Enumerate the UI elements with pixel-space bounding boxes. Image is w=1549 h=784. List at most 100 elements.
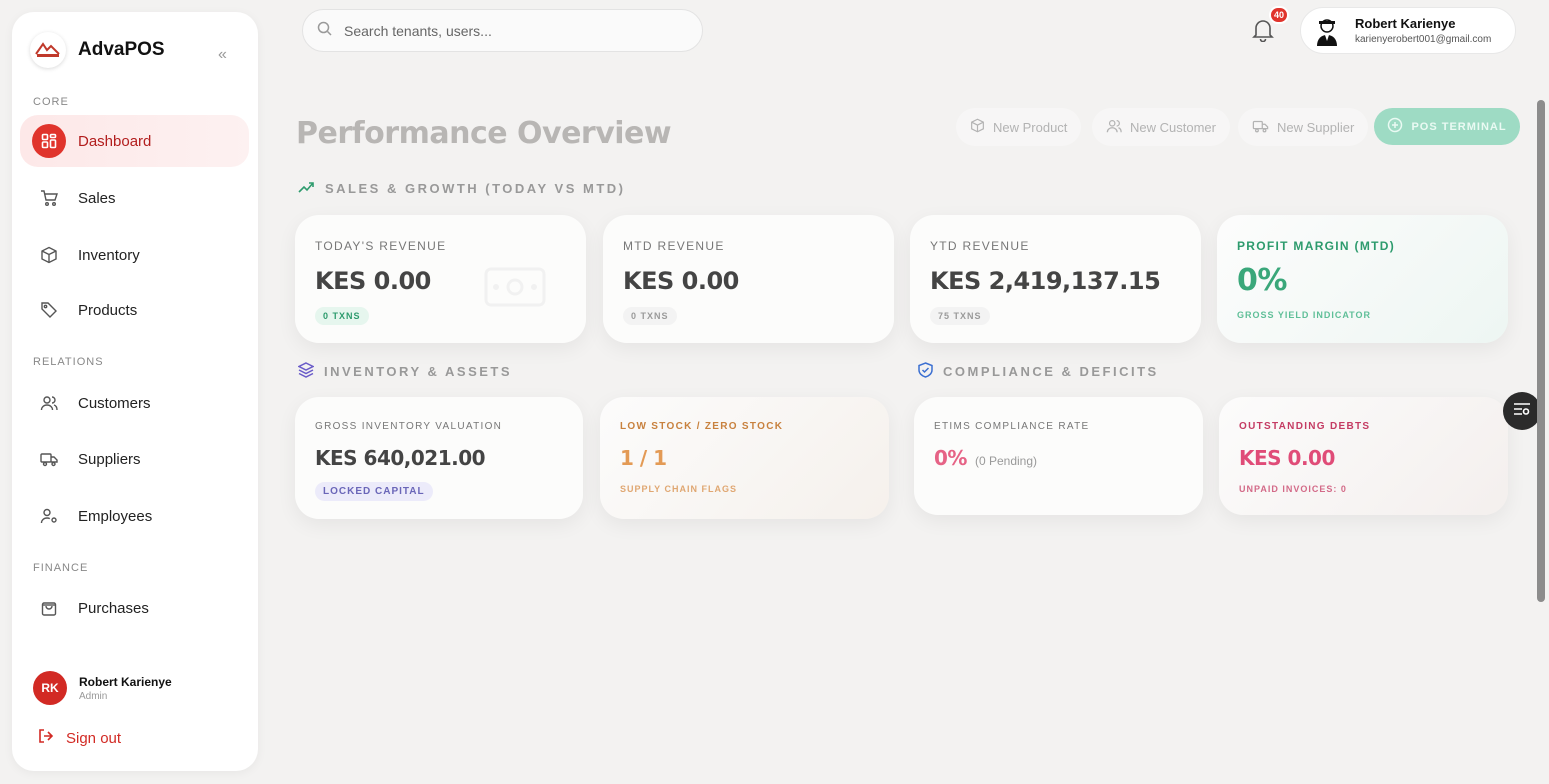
profile-email: karienyerobert001@gmail.com (1355, 34, 1492, 45)
sidebar-item-sales[interactable]: Sales (20, 172, 249, 224)
page-title: Performance Overview (296, 116, 672, 151)
new-supplier-label: New Supplier (1277, 119, 1355, 135)
card-value: KES 0.00 (1239, 446, 1335, 470)
pos-terminal-button[interactable]: POS TERMINAL (1374, 108, 1520, 145)
txn-badge: 75 TXNS (930, 307, 990, 325)
tag-icon (32, 293, 66, 327)
section-inventory-assets: INVENTORY & ASSETS (297, 362, 513, 381)
new-customer-label: New Customer (1130, 119, 1216, 135)
card-ytd-revenue: YTD REVENUE KES 2,419,137.15 75 TXNS (910, 215, 1201, 343)
card-note: UNPAID INVOICES: 0 (1239, 484, 1347, 494)
sign-out-label: Sign out (66, 730, 122, 747)
pos-terminal-label: POS TERMINAL (1411, 120, 1507, 133)
card-value: 1 / 1 (620, 446, 667, 470)
sidebar-user[interactable]: RK Robert Karienye Admin (33, 671, 172, 705)
card-label: PROFIT MARGIN (MTD) (1237, 239, 1396, 253)
sidebar-item-customers[interactable]: Customers (20, 377, 249, 429)
card-value: 0% (934, 446, 967, 470)
card-todays-revenue: TODAY'S REVENUE KES 0.00 0 TXNS (295, 215, 586, 343)
cart-icon (32, 181, 66, 215)
section-title: INVENTORY & ASSETS (324, 364, 513, 379)
layers-icon (297, 362, 315, 381)
bell-icon (1252, 20, 1274, 46)
card-mtd-revenue: MTD REVENUE KES 0.00 0 TXNS (603, 215, 894, 343)
sidebar-item-inventory[interactable]: Inventory (20, 229, 249, 281)
card-label: YTD REVENUE (930, 239, 1030, 253)
list-filter-icon (1513, 402, 1531, 421)
sidebar-item-label: Employees (78, 507, 153, 525)
user-role: Admin (79, 690, 108, 702)
capital-badge: LOCKED CAPITAL (315, 482, 433, 501)
box-icon (970, 118, 985, 136)
sidebar-item-dashboard[interactable]: Dashboard (20, 115, 249, 167)
sidebar-item-label: Purchases (78, 599, 149, 617)
section-title: SALES & GROWTH (TODAY VS MTD) (325, 181, 626, 196)
users-icon (1106, 118, 1122, 137)
sidebar: AdvaPOS « CORE Dashboard Sales Inventory… (12, 12, 258, 771)
sidebar-item-label: Sales (78, 189, 116, 207)
scrollbar-thumb[interactable] (1537, 100, 1545, 602)
card-profit-margin: PROFIT MARGIN (MTD) 0% GROSS YIELD INDIC… (1217, 215, 1508, 343)
users-icon (32, 386, 66, 420)
card-stock-levels: LOW STOCK / ZERO STOCK 1 / 1 SUPPLY CHAI… (600, 397, 889, 519)
banknote-icon (483, 265, 547, 314)
profile-avatar (1313, 17, 1341, 46)
brand-name: AdvaPOS (78, 39, 165, 60)
card-label: GROSS INVENTORY VALUATION (315, 421, 503, 432)
dashboard-icon (32, 124, 66, 158)
box-icon (32, 238, 66, 272)
sign-out-button[interactable]: Sign out (38, 728, 121, 749)
new-product-button[interactable]: New Product (956, 108, 1082, 146)
card-label: LOW STOCK / ZERO STOCK (620, 421, 784, 432)
sidebar-item-purchases[interactable]: Purchases (20, 582, 249, 634)
search-bar[interactable] (302, 9, 703, 52)
section-compliance-deficits: COMPLIANCE & DEFICITS (918, 362, 1159, 381)
profile-menu[interactable]: Robert Karienye karienyerobert001@gmail.… (1300, 7, 1516, 54)
new-supplier-button[interactable]: New Supplier (1238, 108, 1369, 146)
card-label: OUTSTANDING DEBTS (1239, 421, 1371, 432)
user-name: Robert Karienye (79, 674, 172, 689)
section-label-relations: RELATIONS (33, 356, 104, 368)
card-note: GROSS YIELD INDICATOR (1237, 310, 1372, 320)
card-etims-compliance: ETIMS COMPLIANCE RATE 0% (0 Pending) (914, 397, 1203, 515)
sidebar-item-products[interactable]: Products (20, 284, 249, 336)
txn-badge: 0 TXNS (315, 307, 369, 325)
new-product-label: New Product (993, 119, 1068, 135)
txn-badge: 0 TXNS (623, 307, 677, 325)
search-icon (317, 21, 332, 41)
sidebar-item-suppliers[interactable]: Suppliers (20, 433, 249, 485)
truck-icon (32, 442, 66, 476)
shield-check-icon (918, 362, 933, 381)
avatar: RK (33, 671, 67, 705)
sidebar-item-label: Customers (78, 394, 151, 412)
section-sales-growth: SALES & GROWTH (TODAY VS MTD) (298, 180, 626, 197)
brand-logo-icon (30, 32, 66, 68)
card-label: TODAY'S REVENUE (315, 239, 447, 253)
sidebar-item-employees[interactable]: Employees (20, 490, 249, 542)
notification-badge: 40 (1269, 6, 1289, 24)
plus-circle-icon (1387, 117, 1403, 136)
sidebar-item-label: Inventory (78, 246, 140, 264)
section-label-core: CORE (33, 96, 69, 108)
section-title: COMPLIANCE & DEFICITS (943, 364, 1159, 379)
pending-count: (0 Pending) (974, 454, 1038, 468)
card-value: 0% (1237, 263, 1287, 298)
card-value: KES 0.00 (623, 267, 739, 295)
trending-up-icon (298, 180, 315, 197)
truck-icon (1252, 118, 1269, 137)
user-cog-icon (32, 499, 66, 533)
collapse-sidebar-icon[interactable]: « (218, 46, 227, 64)
notifications-button[interactable] (1252, 18, 1274, 47)
brand[interactable]: AdvaPOS (30, 32, 165, 68)
new-customer-button[interactable]: New Customer (1092, 108, 1230, 146)
card-note: SUPPLY CHAIN FLAGS (620, 484, 738, 494)
search-input[interactable] (344, 22, 684, 39)
logout-icon (38, 728, 54, 749)
card-value: KES 640,021.00 (315, 446, 486, 470)
card-label: ETIMS COMPLIANCE RATE (934, 421, 1090, 432)
sidebar-item-label: Suppliers (78, 450, 141, 468)
bag-icon (32, 591, 66, 625)
card-label: MTD REVENUE (623, 239, 725, 253)
card-value: KES 2,419,137.15 (930, 267, 1161, 295)
card-outstanding-debts: OUTSTANDING DEBTS KES 0.00 UNPAID INVOIC… (1219, 397, 1508, 515)
